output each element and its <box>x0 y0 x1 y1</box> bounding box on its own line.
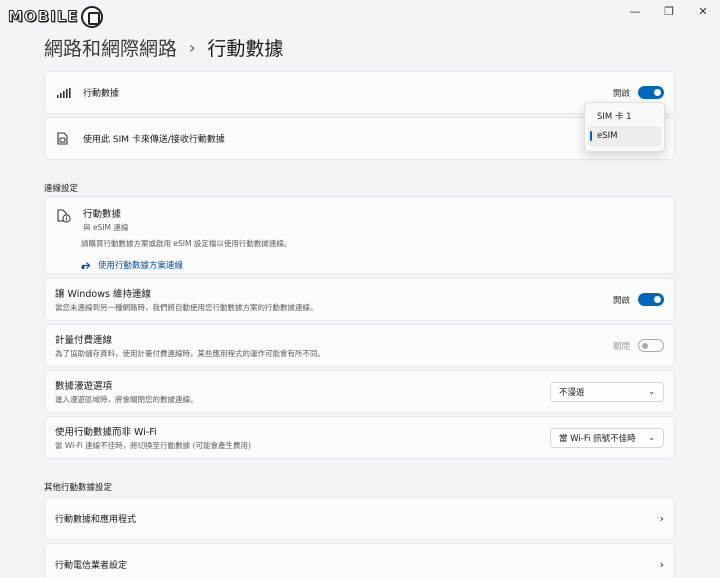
esim-title: 行動數據 <box>83 209 122 220</box>
cellular-toggle-group: 開啟 <box>613 86 664 99</box>
breadcrumb-separator-icon: › <box>189 38 196 57</box>
roaming-title: 數據漫遊選項 <box>55 381 113 392</box>
watermark-text: MOBILE <box>8 7 79 26</box>
carrier-settings-label: 行動電信業者設定 <box>55 561 128 571</box>
metered-title: 計量付費連線 <box>55 335 113 346</box>
link-arrow-icon <box>81 261 91 269</box>
metered-toggle[interactable] <box>638 339 664 352</box>
cellular-apps-item[interactable]: 行動數據和應用程式 › <box>44 497 675 540</box>
cellular-plan-link-text: 使用行動數據方案連線 <box>98 261 184 271</box>
windows-connect-toggle-group: 開啟 <box>613 293 664 306</box>
breadcrumb-parent[interactable]: 網路和網際網路 <box>44 34 177 61</box>
maximize-button[interactable]: ❐ <box>652 0 686 22</box>
use-cellular-subtitle: 當 Wi-Fi 連線不佳時，將切換至行動數據 (可能會產生費用) <box>55 441 251 450</box>
use-cellular-title: 使用行動數據而非 Wi-Fi <box>55 427 157 438</box>
metered-card: 計量付費連線 為了協助儲存資料，使用計量付費連線時，某些應用程式的運作可能會有所… <box>44 324 675 367</box>
sim-card-icon <box>57 132 83 145</box>
esim-info-icon <box>57 209 83 223</box>
windows-connect-toggle-label: 開啟 <box>612 295 630 306</box>
roaming-dropdown[interactable]: 不漫遊 ⌄ <box>550 381 664 402</box>
windows-connect-title: 讓 Windows 維持連線 <box>55 289 151 300</box>
chevron-right-icon: › <box>659 558 664 571</box>
sim-select-card: 使用此 SIM 卡來傳送/接收行動數據 <box>44 117 675 160</box>
cellular-card: 行動數據 開啟 <box>44 71 675 114</box>
mobile-logo-icon <box>80 6 103 28</box>
roaming-card: 數據漫遊選項 進入漫遊區域時，將會關閉您的數據連線。 不漫遊 ⌄ <box>44 370 675 413</box>
carrier-settings-item[interactable]: 行動電信業者設定 › <box>44 543 675 578</box>
chevron-down-icon: ⌄ <box>648 387 655 396</box>
minimize-button[interactable]: — <box>618 0 652 22</box>
metered-toggle-label: 關閉 <box>612 341 630 352</box>
window-controls: — ❐ ✕ <box>618 0 720 22</box>
sim-option-esim[interactable]: eSIM <box>588 126 661 146</box>
chevron-down-icon: ⌄ <box>648 433 655 442</box>
sim-dropdown-popup: SIM 卡 1 eSIM <box>584 102 665 152</box>
esim-subtitle: 與 eSIM 連線 <box>83 223 129 232</box>
roaming-subtitle: 進入漫遊區域時，將會關閉您的數據連線。 <box>55 395 198 404</box>
breadcrumb: 網路和網際網路 › 行動數據 <box>44 34 283 61</box>
chevron-right-icon: › <box>659 512 664 525</box>
page-title: 行動數據 <box>207 38 284 60</box>
windows-connect-card: 讓 Windows 維持連線 當您未連線到另一種網路時，我們將自動使用您行動數據… <box>44 278 675 321</box>
use-cellular-card: 使用行動數據而非 Wi-Fi 當 Wi-Fi 連線不佳時，將切換至行動數據 (可… <box>44 416 675 459</box>
use-cellular-dropdown-value: 當 Wi-Fi 訊號不佳時 <box>559 433 636 444</box>
close-button[interactable]: ✕ <box>686 0 720 22</box>
signal-bars-icon <box>57 87 83 98</box>
roaming-dropdown-value: 不漫遊 <box>559 387 585 398</box>
windows-connect-toggle[interactable] <box>638 293 664 306</box>
use-cellular-dropdown[interactable]: 當 Wi-Fi 訊號不佳時 ⌄ <box>550 427 664 448</box>
metered-subtitle: 為了協助儲存資料，使用計量付費連線時，某些應用程式的運作可能會有所不同。 <box>55 349 325 358</box>
cellular-apps-label: 行動數據和應用程式 <box>55 515 137 525</box>
cellular-plan-link[interactable]: 使用行動數據方案連線 <box>81 259 664 271</box>
cellular-toggle-label: 開啟 <box>612 88 630 99</box>
windows-connect-subtitle: 當您未連線到另一種網路時，我們將自動使用您行動數據方案的行動數據連線。 <box>55 303 318 312</box>
cellular-toggle[interactable] <box>638 86 664 99</box>
other-section-header: 其他行動數據設定 <box>44 483 113 493</box>
cellular-label: 行動數據 <box>83 89 120 99</box>
metered-toggle-group: 關閉 <box>613 339 664 352</box>
esim-card: 行動數據 與 eSIM 連線 請購買行動數據方案或啟用 eSIM 設定檔以使用行… <box>44 196 675 274</box>
sim-option-sim1[interactable]: SIM 卡 1 <box>588 106 661 126</box>
connection-section-header: 連線設定 <box>44 184 79 194</box>
esim-description: 請購買行動數據方案或啟用 eSIM 設定檔以使用行動數據連線。 <box>81 239 292 248</box>
sim-select-label: 使用此 SIM 卡來傳送/接收行動數據 <box>83 135 225 145</box>
watermark-logo: MOBILE <box>8 6 103 28</box>
